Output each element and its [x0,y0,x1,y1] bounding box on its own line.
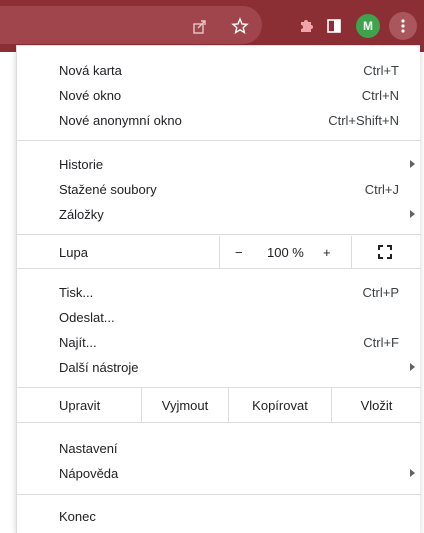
menu-item-bookmarks[interactable]: Záložky [17,202,421,226]
menu-item-label: Nové okno [59,87,122,103]
menu-item-label: Nová karta [59,62,122,78]
menu-item-shortcut: Ctrl+N [361,87,399,103]
paste-button[interactable]: Vložit [332,388,421,422]
menu-separator [17,234,421,235]
menu-item-label: Záložky [59,206,104,222]
menu-item-new-window[interactable]: Nové okno Ctrl+N [17,83,421,107]
menu-item-exit[interactable]: Konec [17,504,421,528]
share-icon[interactable] [188,14,212,38]
menu-separator [17,494,421,495]
menu-item-shortcut: Ctrl+F [363,334,399,350]
menu-item-shortcut: Ctrl+J [364,181,399,197]
zoom-label: Lupa [59,244,88,260]
copy-button-label: Kopírovat [252,397,308,413]
three-dots-icon[interactable] [389,12,417,40]
menu-item-history[interactable]: Historie [17,152,421,176]
edit-label: Upravit [59,397,101,413]
menu-edit-row: Upravit Vyjmout Kopírovat Vložit [17,388,421,422]
menu-item-send[interactable]: Odeslat... [17,305,421,329]
star-icon[interactable] [228,14,252,38]
paste-button-label: Vložit [360,397,393,413]
menu-item-shortcut: Ctrl+T [363,62,399,78]
zoom-level-value: 100 % [267,244,304,260]
profile-avatar[interactable]: M [356,14,380,38]
menu-item-find[interactable]: Najít... Ctrl+F [17,330,421,354]
fullscreen-icon[interactable] [377,244,393,263]
menu-separator [17,268,421,269]
menu-zoom-row: Lupa − 100 % + [17,236,421,268]
puzzle-icon[interactable] [294,14,318,38]
submenu-arrow-icon [410,469,415,477]
zoom-in-button[interactable]: + [323,245,331,260]
menu-item-label: Nové anonymní okno [59,112,182,128]
menu-item-label: Tisk... [59,284,94,300]
menu-item-label: Stažené soubory [59,181,157,197]
menu-item-label: Nastavení [59,440,118,456]
address-bar[interactable] [0,6,262,44]
cut-button-label: Vyjmout [161,397,209,413]
menu-item-label: Odeslat... [59,309,115,325]
menu-item-print[interactable]: Tisk... Ctrl+P [17,280,421,304]
menu-item-downloads[interactable]: Stažené soubory Ctrl+J [17,177,421,201]
copy-button[interactable]: Kopírovat [229,388,331,422]
menu-separator [17,422,421,423]
menu-item-new-incognito-window[interactable]: Nové anonymní okno Ctrl+Shift+N [17,108,421,132]
submenu-arrow-icon [410,160,415,168]
menu-item-help[interactable]: Nápověda [17,461,421,485]
submenu-arrow-icon [410,363,415,371]
menu-separator [17,140,421,141]
menu-item-label: Historie [59,156,104,172]
menu-item-new-tab[interactable]: Nová karta Ctrl+T [17,58,421,82]
cut-button[interactable]: Vyjmout [142,388,228,422]
menu-item-settings[interactable]: Nastavení [17,436,421,460]
submenu-arrow-icon [410,210,415,218]
side-panel-icon[interactable] [322,14,346,38]
menu-item-shortcut: Ctrl+Shift+N [328,112,399,128]
menu-item-shortcut: Ctrl+P [362,284,399,300]
menu-item-label: Konec [59,508,96,524]
menu-item-label: Nápověda [59,465,119,481]
zoom-out-button[interactable]: − [235,245,243,260]
menu-item-more-tools[interactable]: Další nástroje [17,355,421,379]
menu-item-label: Najít... [59,334,97,350]
chrome-menu: Nová karta Ctrl+T Nové okno Ctrl+N Nové … [16,45,421,533]
menu-item-label: Další nástroje [59,359,139,375]
